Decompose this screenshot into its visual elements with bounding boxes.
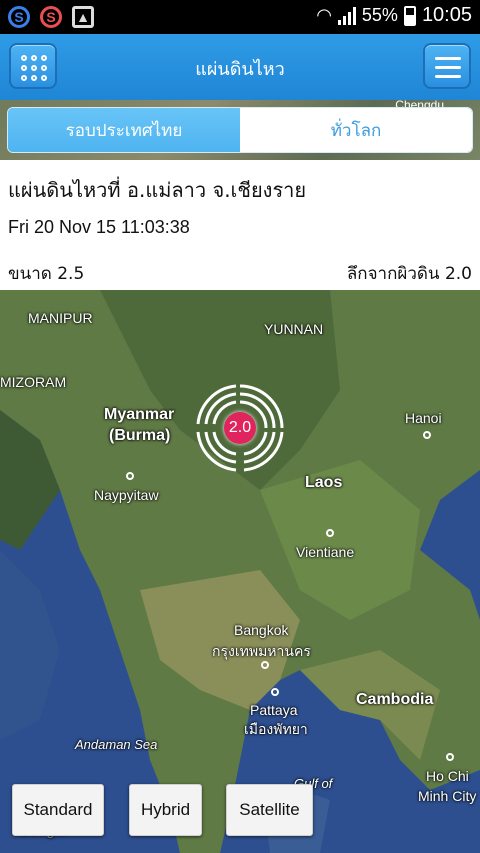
image-icon: ▲ <box>72 6 94 28</box>
map-type-standard-button[interactable]: Standard <box>12 784 104 836</box>
map-label-hochi: Ho Chi <box>426 768 469 784</box>
map-label-minh: Minh City <box>418 788 477 804</box>
wifi-icon: ◠ <box>316 5 332 25</box>
region-tabs: รอบประเทศไทย ทั่วโลก <box>7 107 473 153</box>
map-label-myanmar: Myanmar <box>104 406 175 423</box>
tab-strip: Chengdu รอบประเทศไทย ทั่วโลก <box>0 98 480 160</box>
map-type-satellite-button[interactable]: Satellite <box>226 784 313 836</box>
map-label-cambodia: Cambodia <box>356 691 434 708</box>
quake-magnitude: ขนาด 2.5 <box>8 264 85 284</box>
app-header: แผ่นดินไหว <box>0 34 480 100</box>
quake-info-panel: แผ่นดินไหวที่ อ.แม่ลาว จ.เชียงราย Fri 20… <box>0 160 480 290</box>
signal-icon <box>337 6 356 25</box>
map-label-pattaya: Pattaya <box>250 702 298 718</box>
map-type-hybrid-button[interactable]: Hybrid <box>129 784 202 836</box>
city-marker <box>126 472 134 480</box>
map-label-mizoram: MIZORAM <box>0 374 67 390</box>
app-s-blue-icon: S <box>8 6 30 28</box>
city-marker <box>446 753 454 761</box>
battery-percent: 55% <box>361 5 398 25</box>
hamburger-menu-button[interactable] <box>423 43 471 89</box>
map-label-naypyitaw: Naypyitaw <box>94 487 159 503</box>
city-marker <box>271 688 279 696</box>
quake-marker-value: 2.0 <box>224 412 256 444</box>
map-label-yunnan: YUNNAN <box>264 321 324 337</box>
quake-datetime: Fri 20 Nov 15 11:03:38 <box>8 217 190 237</box>
tab-world[interactable]: ทั่วโลก <box>240 108 472 152</box>
map-label-bangkok-th: กรุงเทพมหานคร <box>212 643 311 659</box>
app-s-red-icon: S <box>40 6 62 28</box>
map-label-burma: (Burma) <box>109 427 171 444</box>
map-label-andaman: Andaman Sea <box>75 737 158 752</box>
clock: 10:05 <box>421 4 472 26</box>
earthquake-marker[interactable]: 2.0 <box>194 382 286 474</box>
satellite-map[interactable]: MANIPUR YUNNAN MIZORAM Myanmar (Burma) N… <box>0 290 480 853</box>
quake-depth: ลึกจากผิวดิน 2.0 <box>346 264 472 284</box>
map-label-hanoi: Hanoi <box>405 410 442 426</box>
status-bar: S S ▲ ◠ 55% 10:05 <box>0 0 480 34</box>
map-label-vientiane: Vientiane <box>296 544 355 560</box>
map-label-laos: Laos <box>305 474 343 491</box>
map-label-pattaya-th: เมืองพัทยา <box>244 721 308 737</box>
city-marker <box>261 661 269 669</box>
page-title: แผ่นดินไหว <box>195 59 285 80</box>
tab-thailand[interactable]: รอบประเทศไทย <box>8 108 240 152</box>
notification-icons: S S ▲ <box>8 6 94 28</box>
city-marker <box>423 431 431 439</box>
map-terrain <box>0 290 480 853</box>
quake-title: แผ่นดินไหวที่ อ.แม่ลาว จ.เชียงราย <box>8 178 307 202</box>
battery-icon <box>403 5 416 26</box>
map-label-manipur: MANIPUR <box>28 310 93 326</box>
map-label-bangkok: Bangkok <box>234 622 289 638</box>
city-marker <box>326 529 334 537</box>
hamburger-icon <box>435 57 461 84</box>
